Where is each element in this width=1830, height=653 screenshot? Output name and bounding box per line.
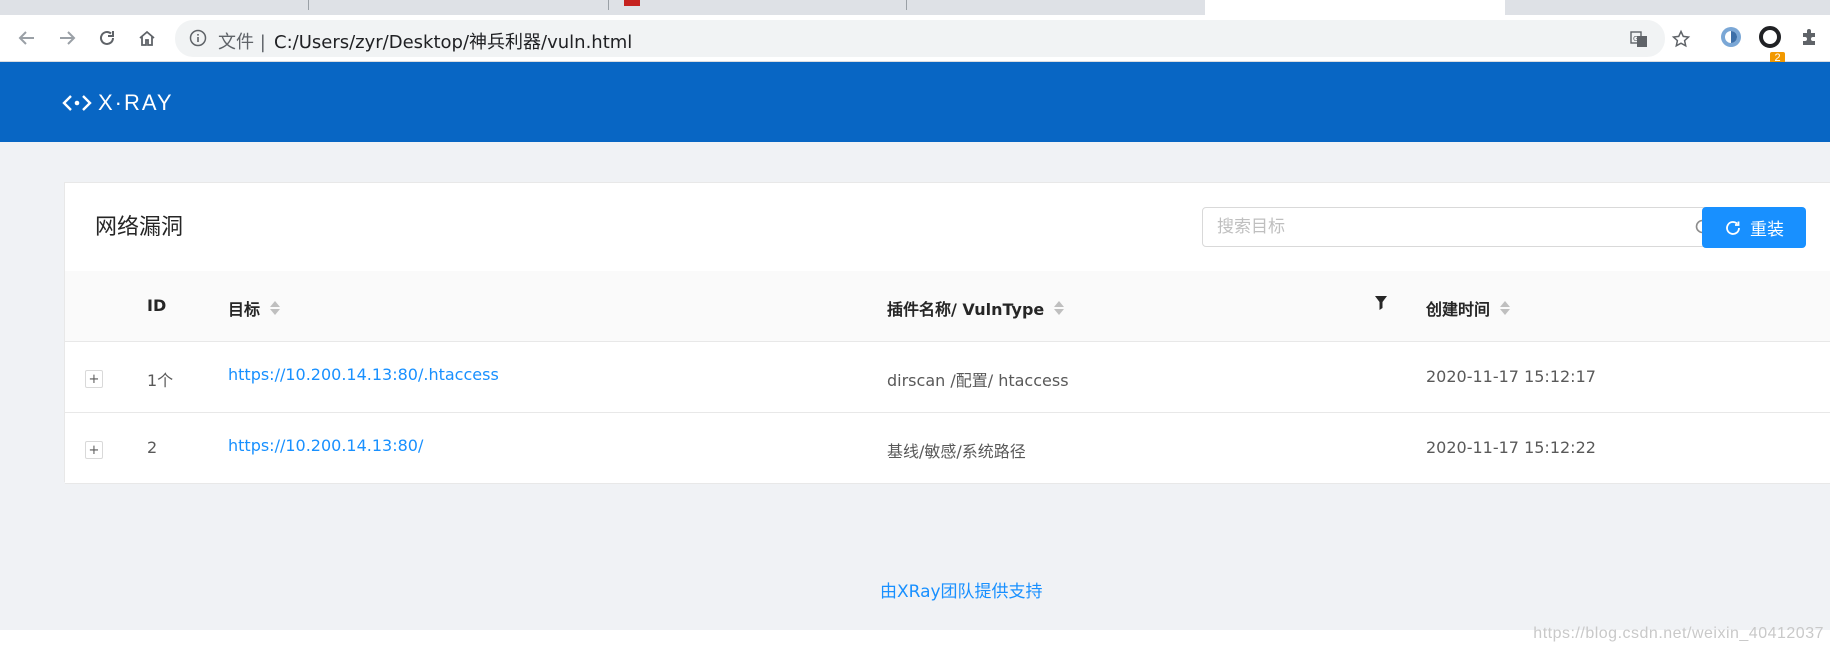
arrow-left-icon bbox=[18, 31, 34, 45]
vuln-card: 网络漏洞 重装 ID 目标 插件名称/ VulnType 创建时间 bbox=[64, 182, 1830, 484]
sort-icon[interactable] bbox=[270, 301, 281, 315]
sort-icon[interactable] bbox=[1054, 301, 1065, 315]
url-scheme-label: 文件 | bbox=[218, 32, 266, 53]
browser-tab[interactable] bbox=[310, 0, 605, 15]
footer-credit-link[interactable]: 由XRay团队提供支持 bbox=[880, 577, 1043, 602]
app-header: X·RAY bbox=[0, 62, 1830, 142]
search-box[interactable] bbox=[1202, 207, 1729, 247]
browser-tab-strip bbox=[0, 0, 1830, 15]
extension-icon[interactable] bbox=[1718, 24, 1744, 50]
info-icon[interactable] bbox=[189, 29, 207, 47]
home-icon bbox=[139, 30, 155, 46]
refresh-icon bbox=[100, 30, 114, 45]
home-button[interactable] bbox=[133, 24, 161, 52]
cell-plugin: 基线/敏感/系统路径 bbox=[887, 442, 1026, 461]
browser-tab[interactable] bbox=[910, 0, 1200, 15]
tab-separator bbox=[308, 0, 309, 10]
reload-button[interactable]: 重装 bbox=[1702, 207, 1806, 248]
filter-icon[interactable] bbox=[1374, 295, 1388, 311]
translate-icon[interactable]: G bbox=[1628, 29, 1650, 49]
column-header-target[interactable]: 目标 bbox=[228, 296, 281, 320]
table-header: ID 目标 插件名称/ VulnType 创建时间 bbox=[65, 271, 1830, 342]
tab-separator bbox=[906, 0, 907, 10]
browser-tab-active[interactable] bbox=[1205, 0, 1505, 15]
reload-icon bbox=[1724, 219, 1742, 237]
url-text[interactable]: C:/Users/zyr/Desktop/神兵利器/vuln.html bbox=[274, 28, 632, 54]
watermark-text: https://blog.csdn.net/weixin_40412037 bbox=[1533, 625, 1824, 642]
expand-row-button[interactable]: + bbox=[85, 370, 103, 388]
reload-button-label: 重装 bbox=[1750, 220, 1784, 240]
xray-logo-icon bbox=[62, 95, 92, 111]
sort-icon[interactable] bbox=[1500, 301, 1511, 315]
cell-id: 1个 bbox=[147, 371, 174, 390]
cell-plugin: dirscan /配置/ htaccess bbox=[887, 371, 1069, 390]
cell-created: 2020-11-17 15:12:17 bbox=[1426, 367, 1596, 386]
svg-text:G: G bbox=[1633, 35, 1638, 43]
puzzle-icon[interactable] bbox=[1797, 24, 1823, 50]
forward-button[interactable] bbox=[53, 24, 81, 52]
cell-id: 2 bbox=[147, 438, 158, 457]
extension-icon[interactable] bbox=[1757, 24, 1783, 50]
tab-favicon-icon bbox=[624, 0, 640, 6]
search-input[interactable] bbox=[1217, 216, 1637, 238]
browser-tab[interactable] bbox=[0, 0, 305, 15]
page-title: 网络漏洞 bbox=[95, 215, 184, 240]
back-button[interactable] bbox=[13, 24, 41, 52]
column-header-plugin[interactable]: 插件名称/ VulnType bbox=[887, 296, 1065, 320]
logo-text: X·RAY bbox=[98, 90, 174, 115]
table-row[interactable]: + 1个 https://10.200.14.13:80/.htaccess d… bbox=[65, 342, 1830, 413]
column-header-created[interactable]: 创建时间 bbox=[1426, 296, 1511, 320]
tab-separator bbox=[608, 0, 609, 10]
column-header-id: ID bbox=[147, 296, 167, 315]
reload-page-button[interactable] bbox=[93, 24, 121, 52]
cell-target-link[interactable]: https://10.200.14.13:80/.htaccess bbox=[228, 365, 499, 384]
bookmark-star-icon[interactable] bbox=[1670, 29, 1692, 49]
browser-toolbar: 文件 | C:/Users/zyr/Desktop/神兵利器/vuln.html… bbox=[0, 15, 1830, 65]
cell-target-link[interactable]: https://10.200.14.13:80/ bbox=[228, 436, 423, 455]
browser-tab[interactable] bbox=[610, 0, 905, 15]
expand-row-button[interactable]: + bbox=[85, 441, 103, 459]
cell-created: 2020-11-17 15:12:22 bbox=[1426, 438, 1596, 457]
arrow-right-icon bbox=[60, 31, 76, 45]
table-row[interactable]: + 2 https://10.200.14.13:80/ 基线/敏感/系统路径 … bbox=[65, 413, 1830, 484]
xray-logo[interactable]: X·RAY bbox=[62, 90, 174, 116]
address-bar[interactable]: 文件 | C:/Users/zyr/Desktop/神兵利器/vuln.html… bbox=[175, 20, 1691, 57]
